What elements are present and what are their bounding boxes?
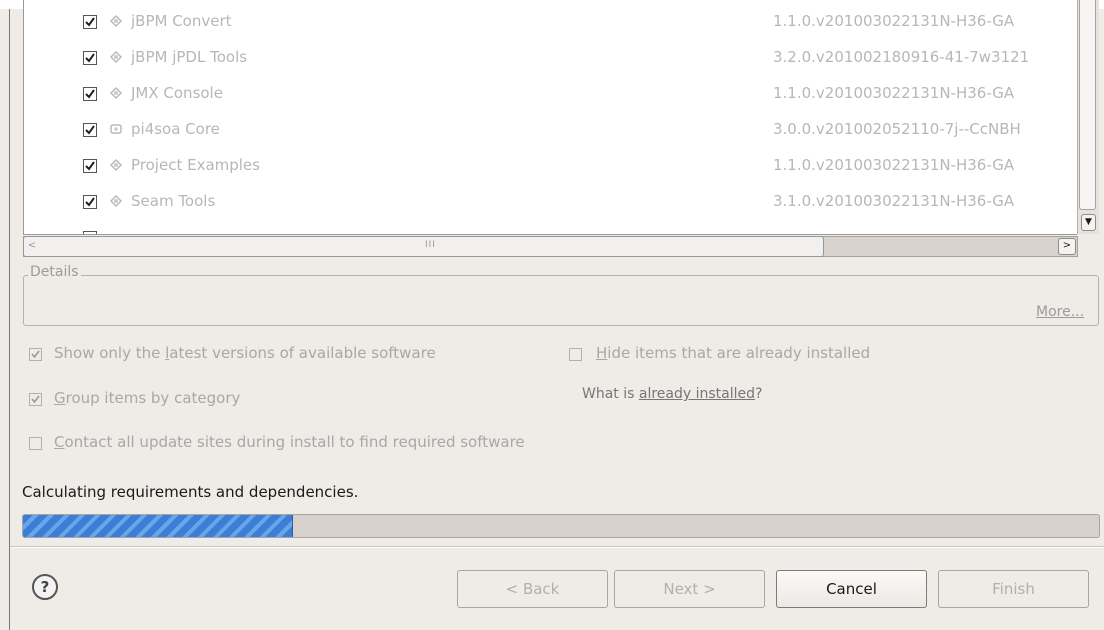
next-button[interactable]: Next > xyxy=(614,570,765,608)
progress-bar-fill xyxy=(23,515,293,537)
contact-update-sites-label[interactable]: Contact all update sites during install … xyxy=(54,433,525,451)
package-name: Project Examples xyxy=(131,156,260,174)
hide-installed-label[interactable]: Hide items that are already installed xyxy=(596,344,870,362)
package-name: jBPM jPDL Tools xyxy=(131,48,248,66)
already-installed-link[interactable]: already installed xyxy=(639,386,755,402)
details-box xyxy=(23,275,1099,326)
feature-icon xyxy=(109,50,123,64)
package-version: 3.1.0.v201003022131N-H36-GA xyxy=(773,192,1015,210)
separator xyxy=(10,546,1104,548)
package-name: pi4soa Core xyxy=(131,120,220,138)
table-row[interactable]: pi4soa Core 3.0.0.v201002052110-7j--CcNB… xyxy=(24,113,1077,149)
table-row[interactable]: Project Examples 1.1.0.v201003022131N-H3… xyxy=(24,149,1077,185)
back-button[interactable]: < Back xyxy=(457,570,608,608)
group-by-category-label[interactable]: Group items by category xyxy=(54,389,240,407)
table-row[interactable]: Seam Tools 3.1.0.v201003022131N-H36-GA xyxy=(24,185,1077,221)
package-name: jBPM Convert xyxy=(131,12,232,30)
row-checkbox[interactable] xyxy=(83,15,97,29)
package-version: 1.1.0.v201003022131N-H36-GA xyxy=(773,84,1015,102)
details-title: Details xyxy=(28,264,81,280)
latest-versions-checkbox[interactable] xyxy=(29,348,42,361)
available-software-table[interactable]: jBPM Convert 1.1.0.v201003022131N-H36-GA… xyxy=(23,0,1077,235)
horizontal-scroll-thumb[interactable] xyxy=(23,236,824,257)
hide-installed-checkbox[interactable] xyxy=(569,348,582,361)
help-icon[interactable]: ? xyxy=(32,574,58,600)
row-checkbox[interactable] xyxy=(83,159,97,173)
status-text: Calculating requirements and dependencie… xyxy=(22,483,359,501)
feature-icon xyxy=(109,194,123,208)
row-checkbox[interactable] xyxy=(83,195,97,209)
vertical-scroll-thumb[interactable] xyxy=(1079,0,1096,210)
table-row[interactable]: jBPM jPDL Tools 3.2.0.v201002180916-41-7… xyxy=(24,41,1077,77)
package-version: 1.1.0.v201003022131N-H36-GA xyxy=(773,12,1015,30)
progress-bar xyxy=(22,514,1100,538)
already-installed-text: What is already installed? xyxy=(582,386,763,402)
left-edge xyxy=(9,9,10,630)
feature-icon xyxy=(109,158,123,172)
table-row[interactable]: JMX Console 1.1.0.v201003022131N-H36-GA xyxy=(24,77,1077,113)
scroll-left-icon[interactable]: < xyxy=(24,238,40,255)
package-name: Seam Tools xyxy=(131,192,216,210)
feature-icon xyxy=(109,14,123,28)
scroll-grip-icon: III xyxy=(425,240,436,250)
row-checkbox[interactable] xyxy=(83,87,97,101)
row-checkbox[interactable] xyxy=(83,51,97,65)
latest-versions-label[interactable]: Show only the latest versions of availab… xyxy=(54,344,436,362)
finish-button[interactable]: Finish xyxy=(938,570,1089,608)
contact-update-sites-checkbox[interactable] xyxy=(29,437,42,450)
package-version: 3.2.0.v201002180916-41-7w3121 xyxy=(773,48,1030,66)
package-name: JMX Console xyxy=(131,84,223,102)
scroll-right-icon[interactable]: > xyxy=(1058,238,1076,255)
table-row-partial[interactable] xyxy=(24,221,1077,234)
plugin-icon xyxy=(110,124,122,134)
table-row[interactable]: jBPM Convert 1.1.0.v201003022131N-H36-GA xyxy=(24,5,1077,41)
feature-icon xyxy=(109,86,123,100)
package-version: 1.1.0.v201003022131N-H36-GA xyxy=(773,156,1015,174)
row-checkbox[interactable] xyxy=(83,123,97,137)
scroll-down-icon[interactable]: ▼ xyxy=(1081,214,1096,231)
row-checkbox[interactable] xyxy=(83,231,97,234)
cancel-button[interactable]: Cancel xyxy=(776,570,927,608)
group-by-category-checkbox[interactable] xyxy=(29,393,42,406)
more-link[interactable]: More... xyxy=(1036,304,1084,320)
package-version: 3.0.0.v201002052110-7j--CcNBH xyxy=(773,120,1021,138)
